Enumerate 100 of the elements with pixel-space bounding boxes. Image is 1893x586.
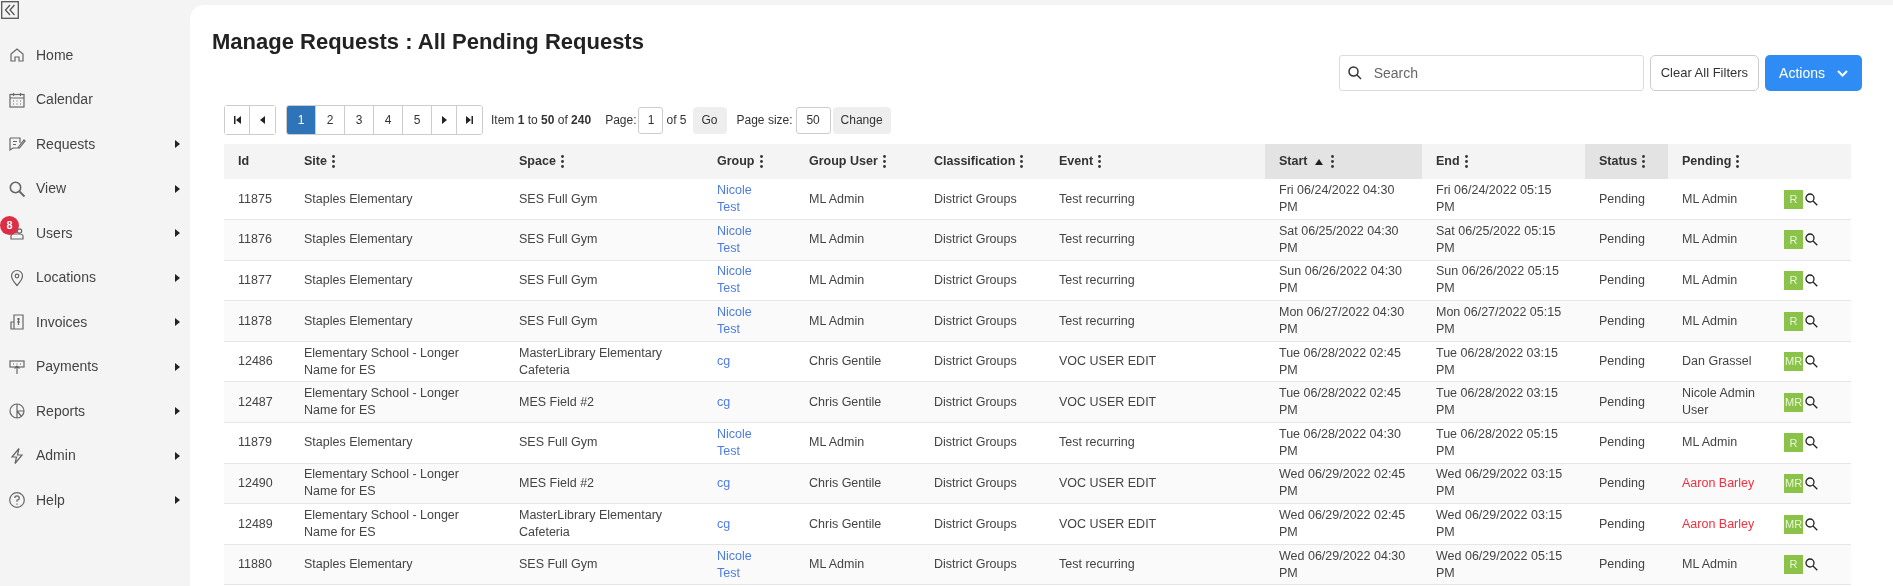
tag-badge: MR xyxy=(1784,514,1804,534)
table-cell-text: Tue 06/28/2022 04:30 PM xyxy=(1279,425,1402,460)
table-cell-text: Staples Elementary xyxy=(304,434,414,452)
sidebar-item[interactable]: Invoices xyxy=(0,300,190,345)
sidebar-item[interactable]: Home xyxy=(0,33,190,78)
column-header[interactable]: Group xyxy=(703,144,795,179)
table-cell-text: SES Full Gym xyxy=(519,231,599,249)
column-header[interactable]: Group User xyxy=(795,144,920,179)
table-cell: 12487 xyxy=(238,394,273,409)
group-link[interactable]: cg xyxy=(717,393,757,411)
table-cell: 11876 xyxy=(238,232,272,247)
location-pin-icon xyxy=(8,268,26,287)
table-cell: ML Admin xyxy=(809,313,865,328)
table-cell: Chris Gentile xyxy=(809,394,882,409)
table-cell-text: SES Full Gym xyxy=(519,190,599,208)
sidebar-item[interactable]: 8 Users xyxy=(0,211,190,256)
table-cell: ML Admin xyxy=(809,557,865,572)
table-cell: 11879 xyxy=(238,435,272,450)
table-cell-text: SES Full Gym xyxy=(519,556,599,574)
skip-to-end-icon xyxy=(466,116,473,124)
kebab-menu-icon[interactable] xyxy=(331,155,335,168)
search-icon[interactable] xyxy=(1805,233,1818,247)
search-icon[interactable] xyxy=(1805,395,1819,409)
table-cell: Pending xyxy=(1599,354,1645,369)
column-header[interactable]: Event xyxy=(1045,144,1265,179)
sidebar-item[interactable]: Requests xyxy=(0,122,190,167)
column-header[interactable]: Pending xyxy=(1668,144,1770,179)
change-button[interactable]: Change xyxy=(832,106,891,134)
sidebar-item[interactable]: Admin xyxy=(0,433,190,478)
group-link[interactable]: cg xyxy=(717,515,757,533)
first-page-button[interactable] xyxy=(225,106,250,134)
table-cell: Pending xyxy=(1599,475,1645,490)
table-cell: Pending xyxy=(1599,557,1645,572)
column-header[interactable]: Status xyxy=(1585,144,1668,179)
kebab-menu-icon[interactable] xyxy=(1736,155,1740,168)
receipt-icon xyxy=(8,313,26,332)
group-link[interactable]: Nicole Test xyxy=(717,425,757,460)
table-cell: Wed 06/29/2022 05:15 PM xyxy=(1436,547,1564,582)
group-link[interactable]: cg xyxy=(717,353,757,371)
search-icon[interactable] xyxy=(1805,517,1819,531)
table-cell: Wed 06/29/2022 03:15 PM xyxy=(1436,507,1564,542)
table-cell: ML Admin xyxy=(809,273,865,287)
sidebar-item[interactable]: Payments xyxy=(0,344,190,389)
table-cell-text: Dan Grassel xyxy=(1682,353,1753,371)
sidebar-item[interactable]: Locations xyxy=(0,255,190,300)
column-header[interactable]: Id xyxy=(224,144,290,179)
table-cell-text: Sat 06/25/2022 04:30 PM xyxy=(1279,222,1400,257)
clear-filters-button[interactable]: Clear All Filters xyxy=(1649,55,1760,91)
search-field[interactable]: Search xyxy=(1338,55,1644,91)
table-cell-text: Fri 06/24/2022 05:15 PM xyxy=(1436,182,1553,217)
kebab-menu-icon[interactable] xyxy=(1331,155,1335,168)
page-input[interactable]: 1 xyxy=(638,106,664,134)
column-header[interactable]: Classification xyxy=(920,144,1045,179)
page-size-input[interactable]: 50 xyxy=(795,106,831,134)
search-icon[interactable] xyxy=(1805,274,1818,287)
column-header[interactable]: End xyxy=(1422,144,1585,179)
table-cell: VOC USER EDIT xyxy=(1059,475,1157,490)
search-icon[interactable] xyxy=(1805,436,1818,450)
sidebar-item[interactable]: Help xyxy=(0,478,190,523)
collapse-icon[interactable] xyxy=(1,1,19,19)
group-link[interactable]: Nicole Test xyxy=(717,304,757,339)
table-cell: 11878 xyxy=(238,313,272,328)
page-button[interactable]: 1 xyxy=(287,106,316,134)
tag-badge: R xyxy=(1784,230,1803,250)
column-header[interactable]: Space xyxy=(505,144,703,179)
table-cell-text: Staples Elementary xyxy=(304,556,414,574)
table-cell: District Groups xyxy=(934,191,1017,206)
table-cell: 12486 xyxy=(238,354,273,369)
go-button[interactable]: Go xyxy=(692,106,727,134)
note-pen-icon xyxy=(8,135,26,154)
search-icon[interactable] xyxy=(1805,192,1818,206)
column-header[interactable]: Site xyxy=(290,144,505,179)
search-icon[interactable] xyxy=(1805,558,1818,572)
kebab-menu-icon[interactable] xyxy=(1464,155,1468,168)
tag-badge: R xyxy=(1784,433,1803,453)
search-icon[interactable] xyxy=(1805,314,1818,328)
group-link[interactable]: Nicole Test xyxy=(717,182,757,217)
table-cell: 12490 xyxy=(238,475,273,490)
tag-badge: MR xyxy=(1784,352,1804,372)
kebab-menu-icon[interactable] xyxy=(1642,155,1646,168)
search-icon[interactable] xyxy=(1805,476,1819,490)
table-cell: Test recurring xyxy=(1059,191,1135,206)
search-icon[interactable] xyxy=(1805,355,1819,369)
kebab-menu-icon[interactable] xyxy=(560,155,564,168)
kebab-menu-icon[interactable] xyxy=(1098,155,1102,168)
group-link[interactable]: Nicole Test xyxy=(717,547,757,582)
group-link[interactable]: Nicole Test xyxy=(717,222,757,257)
kebab-menu-icon[interactable] xyxy=(1020,155,1024,168)
sidebar-item[interactable]: Reports xyxy=(0,389,190,434)
group-link[interactable]: cg xyxy=(717,474,757,492)
tag-badge: MR xyxy=(1784,392,1804,412)
kebab-menu-icon[interactable] xyxy=(882,155,886,168)
kebab-menu-icon[interactable] xyxy=(759,155,763,168)
sidebar-item[interactable]: Calendar xyxy=(0,77,190,122)
table-cell: Pending xyxy=(1599,232,1645,247)
skip-to-start-icon xyxy=(233,116,241,124)
column-header[interactable]: Start xyxy=(1265,144,1422,179)
group-link[interactable]: Nicole Test xyxy=(717,263,757,298)
help-icon xyxy=(8,491,26,510)
sidebar-item[interactable]: View xyxy=(0,166,190,211)
